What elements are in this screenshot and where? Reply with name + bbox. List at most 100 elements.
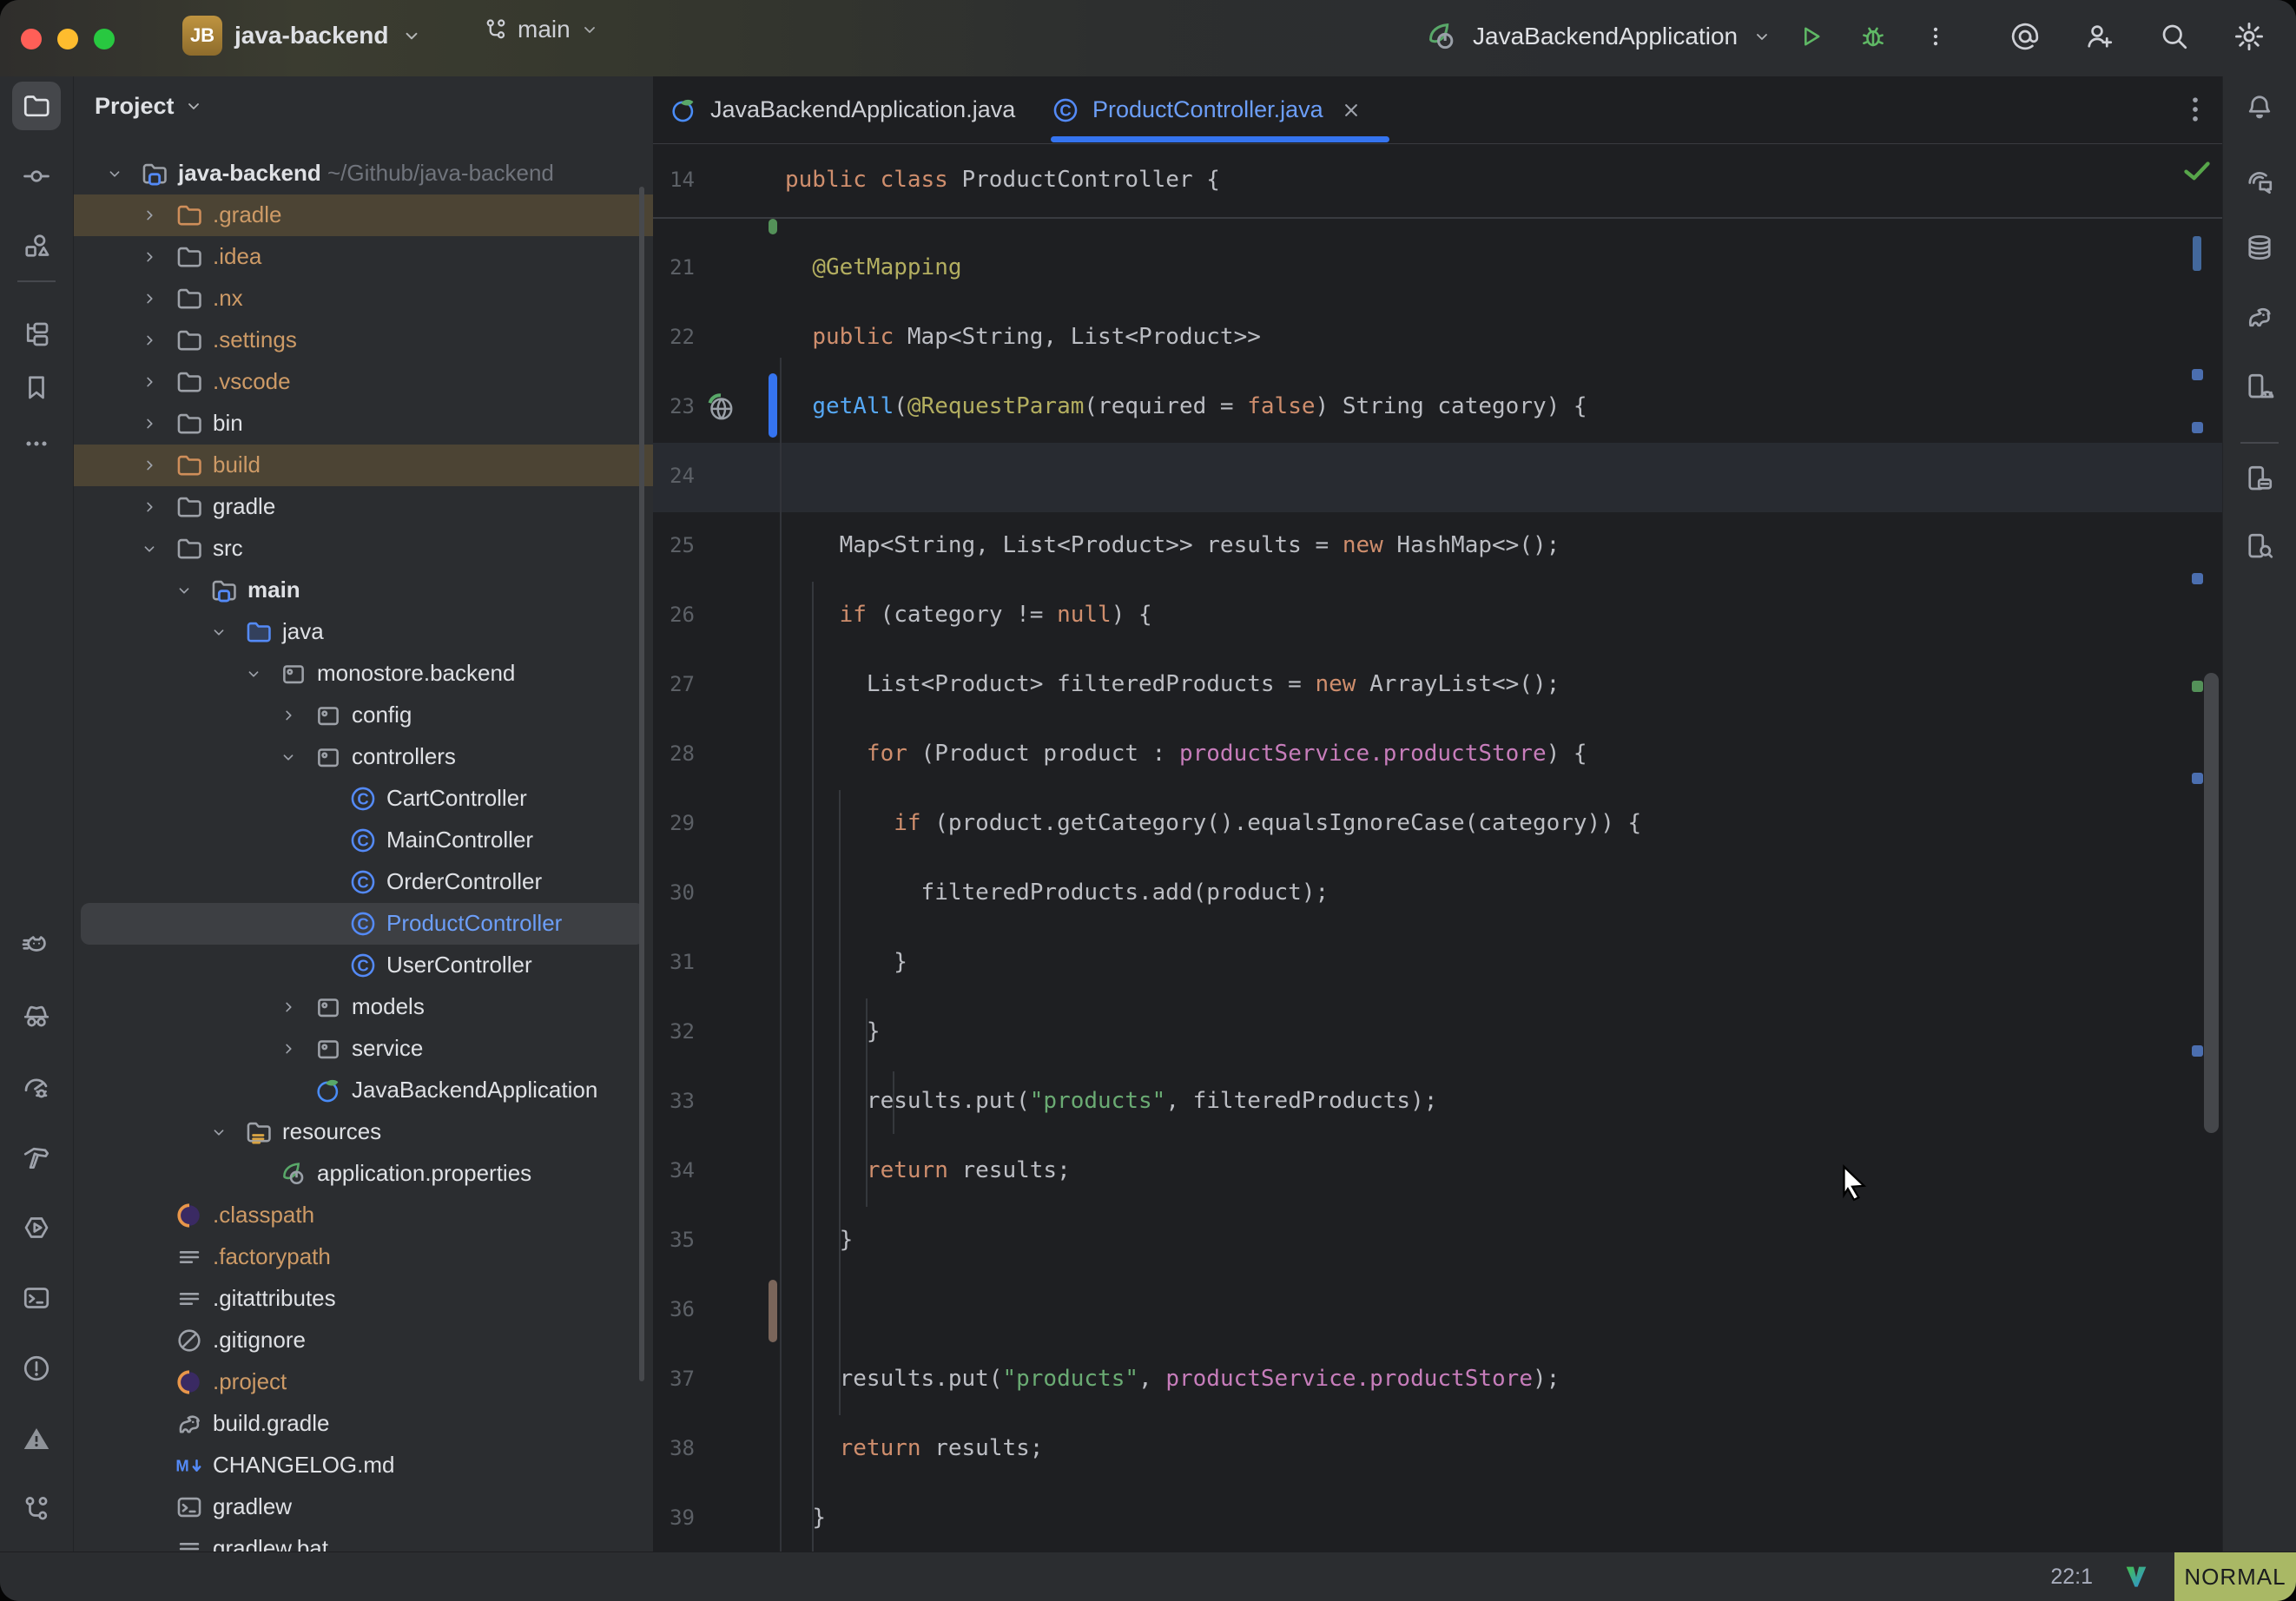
toolwindow-button-warning[interactable]: [12, 1414, 61, 1463]
line-number[interactable]: 23: [653, 372, 695, 441]
gutter-change-modified-marker[interactable]: [769, 373, 777, 438]
toolwindow-button-incognito[interactable]: [12, 992, 61, 1040]
toolwindow-button-structure-shapes[interactable]: [12, 221, 61, 270]
tree-item-java-backend[interactable]: java-backend ~/Github/java-backend: [74, 153, 653, 194]
branch-widget[interactable]: main: [483, 16, 600, 43]
tree-item-.gitattributes[interactable]: .gitattributes: [74, 1278, 653, 1320]
toolwindow-button-device-android[interactable]: [2235, 362, 2284, 411]
tree-item-src[interactable]: src: [74, 528, 653, 570]
line-number[interactable]: 32: [653, 997, 695, 1066]
line-number[interactable]: 37: [653, 1344, 695, 1413]
tree-item-build[interactable]: build: [74, 445, 653, 486]
ideavim-icon[interactable]: [2122, 1563, 2150, 1591]
error-stripe-mark[interactable]: [2193, 236, 2201, 271]
chevron-right-icon[interactable]: [140, 414, 159, 433]
project-panel-header[interactable]: Project: [95, 76, 204, 135]
close-window-button[interactable]: [21, 29, 42, 49]
tree-item-gradlew.bat[interactable]: gradlew.bat: [74, 1528, 653, 1552]
line-number[interactable]: 30: [653, 858, 695, 927]
chevron-right-icon[interactable]: [140, 456, 159, 475]
chevron-down-icon[interactable]: [209, 623, 228, 642]
line-number[interactable]: 14: [653, 144, 695, 215]
toolwindow-button-problems[interactable]: [12, 1344, 61, 1393]
vim-mode-badge[interactable]: NORMAL: [2174, 1552, 2296, 1601]
ai-assistant-button[interactable]: [2001, 12, 2049, 61]
tree-item-main[interactable]: main: [74, 570, 653, 611]
chevron-right-icon[interactable]: [140, 206, 159, 225]
chevron-right-icon[interactable]: [140, 331, 159, 350]
toolwindow-button-hierarchy[interactable]: [12, 310, 61, 359]
tree-item-.vscode[interactable]: .vscode: [74, 361, 653, 403]
chevron-right-icon[interactable]: [140, 497, 159, 517]
toolwindow-button-dash-cat[interactable]: [12, 922, 61, 971]
zoom-window-button[interactable]: [94, 29, 115, 49]
line-number[interactable]: 21: [653, 233, 695, 302]
tree-item-.gradle[interactable]: .gradle: [74, 194, 653, 236]
chevron-down-icon[interactable]: [244, 664, 263, 683]
project-widget[interactable]: JB java-backend: [182, 16, 423, 56]
error-stripe-mark[interactable]: [2192, 773, 2203, 784]
tree-item-build.gradle[interactable]: build.gradle: [74, 1403, 653, 1445]
tree-item-UserController[interactable]: CUserController: [74, 945, 653, 986]
debug-button[interactable]: [1849, 12, 1897, 61]
line-number[interactable]: 38: [653, 1413, 695, 1483]
chevron-down-icon[interactable]: [105, 164, 124, 183]
caret-position[interactable]: 22:1: [2050, 1565, 2093, 1590]
inspections-ok-icon[interactable]: [2180, 153, 2214, 188]
settings-button[interactable]: [2225, 12, 2273, 61]
tree-item-.project[interactable]: .project: [74, 1361, 653, 1403]
toolwindow-button-device-search[interactable]: [2235, 522, 2284, 570]
search-everywhere-button[interactable]: [2150, 12, 2199, 61]
tree-item-OrderController[interactable]: COrderController: [74, 861, 653, 903]
endpoint-globe-icon[interactable]: [703, 391, 738, 425]
tree-item-JavaBackendApplication[interactable]: JavaBackendApplication: [74, 1070, 653, 1111]
more-run-actions-button[interactable]: [1911, 12, 1960, 61]
editor-scrollbar[interactable]: [2204, 673, 2219, 1133]
line-number[interactable]: 22: [653, 302, 695, 372]
toolwindow-button-profiler[interactable]: [12, 1063, 61, 1111]
tree-item-config[interactable]: config: [74, 695, 653, 736]
tree-item-gradle[interactable]: gradle: [74, 486, 653, 528]
line-number[interactable]: 29: [653, 788, 695, 858]
close-icon[interactable]: [1339, 98, 1363, 122]
toolwindow-button-bookmark[interactable]: [12, 363, 61, 412]
chevron-down-icon[interactable]: [175, 581, 194, 600]
gutter-change-added-marker[interactable]: [769, 219, 777, 234]
chevron-right-icon[interactable]: [279, 1039, 298, 1058]
tree-item-.gitignore[interactable]: .gitignore: [74, 1320, 653, 1361]
tree-item-service[interactable]: service: [74, 1028, 653, 1070]
chevron-right-icon[interactable]: [140, 289, 159, 308]
chevron-right-icon[interactable]: [140, 372, 159, 392]
error-stripe-mark[interactable]: [2192, 1045, 2203, 1057]
toolwindow-button-device-card[interactable]: [2235, 454, 2284, 503]
tree-item-MainController[interactable]: CMainController: [74, 820, 653, 861]
error-stripe-mark[interactable]: [2192, 573, 2203, 584]
toolwindow-button-commit[interactable]: [12, 152, 61, 201]
line-number[interactable]: 25: [653, 511, 695, 580]
tree-item-.factorypath[interactable]: .factorypath: [74, 1236, 653, 1278]
toolwindow-button-gradle[interactable]: [2235, 293, 2284, 341]
chevron-right-icon[interactable]: [279, 998, 298, 1017]
toolwindow-button-database[interactable]: [2235, 223, 2284, 272]
tree-item-.settings[interactable]: .settings: [74, 320, 653, 361]
chevron-right-icon[interactable]: [140, 247, 159, 267]
line-number[interactable]: 35: [653, 1205, 695, 1275]
tree-item-models[interactable]: models: [74, 986, 653, 1028]
toolwindow-button-git-branch[interactable]: [12, 1485, 61, 1533]
minimize-window-button[interactable]: [57, 29, 78, 49]
toolwindow-button-services[interactable]: [12, 1203, 61, 1252]
error-stripe-mark[interactable]: [2192, 369, 2203, 380]
tree-item-bin[interactable]: bin: [74, 403, 653, 445]
gutter-change-whitespace-marker[interactable]: [769, 1280, 777, 1342]
run-button[interactable]: [1786, 12, 1835, 61]
tree-item-monostore.backend[interactable]: monostore.backend: [74, 653, 653, 695]
chevron-right-icon[interactable]: [279, 706, 298, 725]
line-number[interactable]: 36: [653, 1275, 695, 1344]
toolwindow-button-bell[interactable]: [2235, 82, 2284, 131]
line-number[interactable]: 34: [653, 1136, 695, 1205]
toolwindow-button-ai-chat[interactable]: [2235, 157, 2284, 206]
chevron-down-icon[interactable]: [140, 539, 159, 558]
project-tree-scrollbar[interactable]: [639, 187, 644, 1381]
line-number[interactable]: 33: [653, 1066, 695, 1136]
run-configuration[interactable]: JavaBackendApplication: [1473, 23, 1738, 50]
